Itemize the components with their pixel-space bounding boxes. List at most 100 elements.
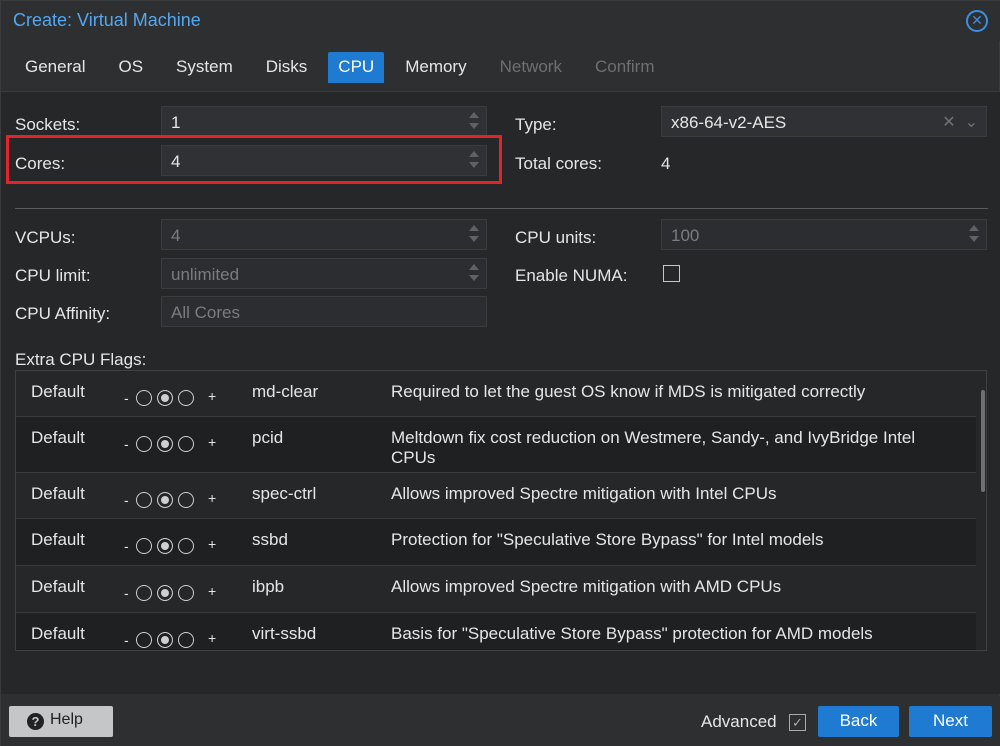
next-button[interactable]: Next [909,706,992,737]
radio-default-icon[interactable] [157,538,173,554]
radio-on-icon[interactable] [178,585,194,601]
flag-state: Default [31,577,85,596]
flag-state: Default [31,624,85,643]
minus-sign: - [124,585,129,601]
wizard-tabs: General OS System Disks CPU Memory Netwo… [13,52,675,84]
flag-tristate-selector[interactable]: - + [124,536,224,556]
flag-description: Basis for "Speculative Store Bypass" pro… [391,624,873,643]
cpu-affinity-field[interactable]: All Cores [161,296,487,327]
cpu-limit-field[interactable]: unlimited [161,258,487,289]
tab-cpu[interactable]: CPU [328,52,385,83]
cpu-limit-spinner-icon[interactable] [468,262,480,286]
flags-scrollbar[interactable] [981,390,985,492]
vcpus-placeholder: 4 [171,226,181,245]
minus-sign: - [124,390,129,406]
advanced-checkbox[interactable]: ✓ [789,714,806,731]
close-icon[interactable]: ✕ [966,10,988,32]
plus-sign: + [208,490,217,506]
tab-disks[interactable]: Disks [254,52,320,83]
cpu-units-spinner-icon[interactable] [968,223,980,247]
type-value: x86-64-v2-AES [671,113,787,132]
flag-name: ibpb [252,577,285,596]
flag-state: Default [31,484,85,503]
radio-off-icon[interactable] [136,585,152,601]
table-row: Default - + md-clear Required to let the… [16,371,976,417]
radio-default-icon[interactable] [157,585,173,601]
radio-off-icon[interactable] [136,390,152,406]
flag-state: Default [31,382,85,401]
total-cores-value: 4 [661,154,671,173]
flag-tristate-selector[interactable]: - + [124,630,224,650]
flag-description: Allows improved Spectre mitigation with … [391,484,777,503]
minus-sign: - [124,538,129,554]
tab-os[interactable]: OS [106,52,155,83]
radio-off-icon[interactable] [136,436,152,452]
section-divider [15,208,988,209]
table-row: Default - + spec-ctrl Allows improved Sp… [16,473,976,519]
type-combobox[interactable]: x86-64-v2-AES ✕ ⌄ [661,106,987,137]
sockets-spinner-icon[interactable] [468,110,480,134]
flag-description: Protection for "Speculative Store Bypass… [391,530,824,549]
radio-default-icon[interactable] [157,492,173,508]
radio-off-icon[interactable] [136,538,152,554]
radio-on-icon[interactable] [178,492,194,508]
vcpus-label: VCPUs: [15,228,76,247]
help-label: Help [50,711,83,728]
cores-highlight-box [6,135,502,184]
create-vm-dialog: Create: Virtual Machine ✕ General OS Sys… [0,0,1000,746]
radio-on-icon[interactable] [178,632,194,648]
flag-state: Default [31,428,85,447]
minus-sign: - [124,492,129,508]
table-row: Default - + pcid Meltdown fix cost reduc… [16,417,976,473]
flag-tristate-selector[interactable]: - + [124,434,224,454]
plus-sign: + [208,583,217,599]
radio-default-icon[interactable] [157,390,173,406]
question-icon: ? [27,713,44,730]
minus-sign: - [124,436,129,452]
cpu-limit-label: CPU limit: [15,266,91,285]
vcpus-spinner-icon[interactable] [468,223,480,247]
cpu-limit-placeholder: unlimited [171,265,240,284]
flag-description: Allows improved Spectre mitigation with … [391,577,782,596]
title-bar: Create: Virtual Machine ✕ [1,1,1000,41]
vcpus-field[interactable]: 4 [161,219,487,250]
tab-general[interactable]: General [13,52,97,83]
radio-default-icon[interactable] [157,632,173,648]
tab-memory[interactable]: Memory [393,52,478,83]
help-button[interactable]: ? Help [9,706,113,737]
plus-sign: + [208,434,217,450]
back-button[interactable]: Back [818,706,899,737]
cpu-units-field[interactable]: 100 [661,219,987,250]
sockets-field[interactable]: 1 [161,106,487,137]
table-row: Default - + ibpb Allows improved Spectre… [16,566,976,613]
flag-tristate-selector[interactable]: - + [124,388,224,408]
radio-on-icon[interactable] [178,436,194,452]
advanced-label: Advanced [701,712,777,731]
enable-numa-checkbox[interactable] [663,265,680,282]
radio-default-icon[interactable] [157,436,173,452]
extra-cpu-flags-label: Extra CPU Flags: [15,350,147,369]
minus-sign: - [124,632,129,648]
cpu-units-placeholder: 100 [671,226,700,245]
flag-name: md-clear [252,382,319,401]
radio-on-icon[interactable] [178,390,194,406]
flag-tristate-selector[interactable]: - + [124,583,224,603]
radio-off-icon[interactable] [136,492,152,508]
type-label: Type: [515,115,557,134]
flag-name: spec-ctrl [252,484,317,503]
enable-numa-label: Enable NUMA: [515,266,628,285]
sockets-value: 1 [171,113,181,132]
flag-name: ssbd [252,530,288,549]
table-row: Default - + ssbd Protection for "Specula… [16,519,976,566]
total-cores-label: Total cores: [515,154,602,173]
clear-and-dropdown-icon[interactable]: ✕ ⌄ [942,112,978,132]
tab-confirm: Confirm [594,57,655,76]
flag-description: Required to let the guest OS know if MDS… [391,382,866,401]
radio-on-icon[interactable] [178,538,194,554]
radio-off-icon[interactable] [136,632,152,648]
flag-tristate-selector[interactable]: - + [124,490,224,510]
cpu-flags-grid: Default - + md-clear Required to let the… [15,370,987,651]
plus-sign: + [208,536,217,552]
tab-system[interactable]: System [164,52,245,83]
flag-name: virt-ssbd [252,624,317,643]
